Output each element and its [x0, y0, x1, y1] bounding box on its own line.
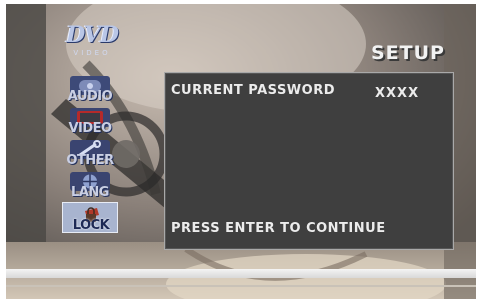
video-logo-text: VIDEO — [73, 49, 111, 57]
menu-label-video: VIDEO — [68, 121, 112, 136]
menu-item-lang[interactable]: LANG — [62, 170, 118, 201]
menu-label-other: OTHER — [66, 153, 114, 168]
menu-label-lang: LANG — [71, 185, 109, 200]
continue-prompt: PRESS ENTER TO CONTINUE — [171, 221, 386, 236]
dvd-logo-text: DVD — [66, 22, 119, 48]
current-password-value[interactable]: XXXX — [375, 86, 419, 101]
menu-item-lock[interactable]: LOCK — [62, 202, 118, 233]
current-password-label: CURRENT PASSWORD — [171, 83, 335, 98]
bottom-divider — [6, 285, 476, 287]
setup-menu: AUDIO VIDEO OTHER LANG LOCK — [62, 74, 122, 234]
menu-label-lock: LOCK — [72, 218, 110, 233]
menu-item-audio[interactable]: AUDIO — [62, 74, 118, 105]
setup-title: SETUP — [371, 42, 445, 64]
password-dialog: CURRENT PASSWORD XXXX PRESS ENTER TO CON… — [164, 72, 454, 250]
bottom-status-bar — [6, 269, 476, 278]
menu-item-other[interactable]: OTHER — [62, 138, 118, 169]
dvd-setup-screen: DVD VIDEO SETUP AUDIO VIDEO OTHER LANG L… — [6, 4, 476, 299]
menu-label-audio: AUDIO — [67, 89, 113, 104]
dvd-video-logo: DVD VIDEO — [61, 22, 123, 64]
menu-item-video[interactable]: VIDEO — [62, 106, 118, 137]
